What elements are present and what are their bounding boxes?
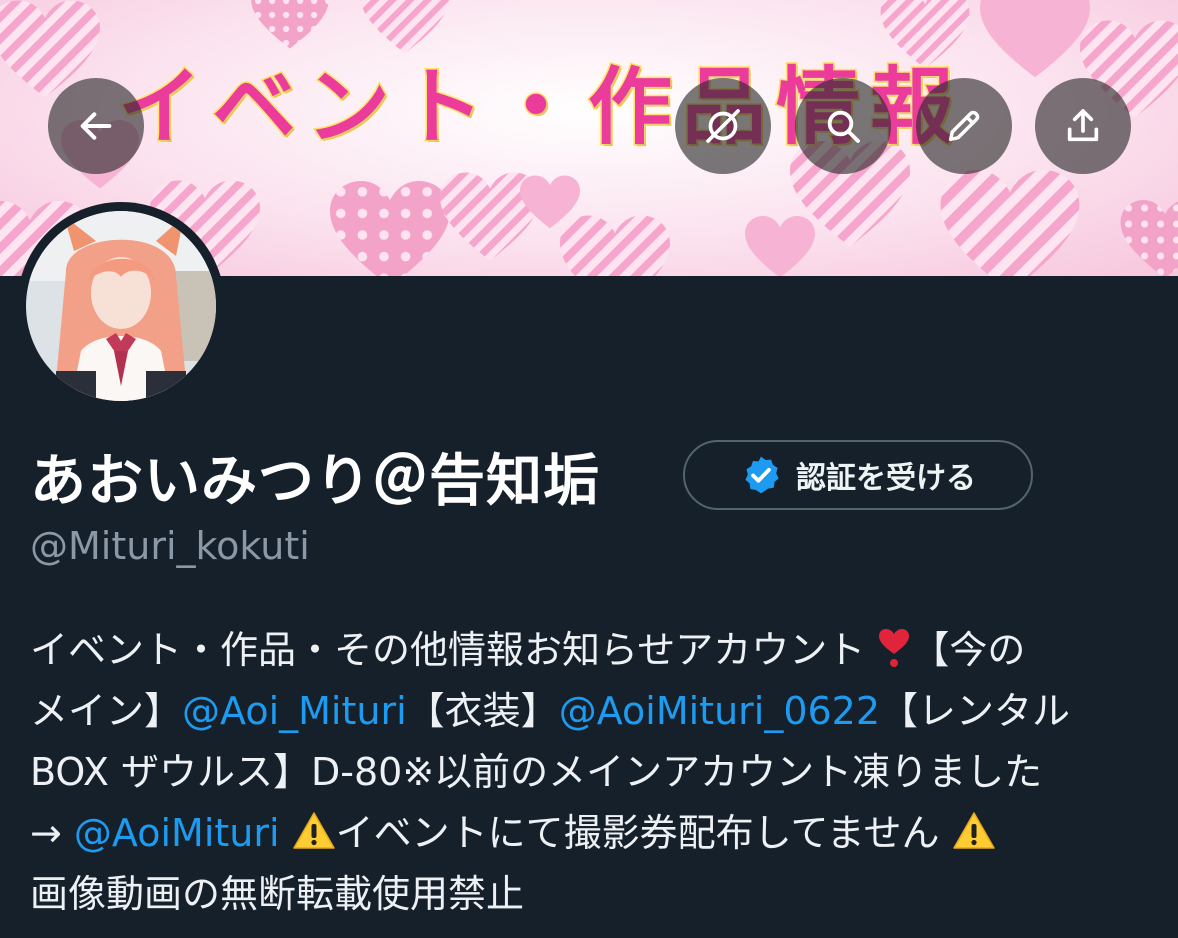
search-button[interactable]	[795, 78, 891, 174]
profile-bio: イベント・作品・その他情報お知らせアカウント 【今の メイン】@Aoi_Mitu…	[30, 620, 1150, 925]
bio-text: BOX ザウルス】D-80※以前のメインアカウント凍りました	[30, 750, 1043, 794]
back-button[interactable]	[48, 78, 144, 174]
bio-line-4: → @AoiMituri イベントにて撮影券配布してません	[30, 803, 1150, 864]
bio-text: イベントにて撮影券配布してません	[335, 811, 940, 855]
display-name: あおいみつり＠告知垢	[30, 449, 600, 514]
warning-icon	[292, 812, 335, 849]
bio-text: 【レンタル	[880, 689, 1071, 733]
get-verified-label: 認証を受ける	[796, 461, 976, 496]
search-icon	[827, 110, 860, 143]
warning-icon	[952, 812, 995, 849]
bio-line-5: 画像動画の無断転載使用禁止	[30, 864, 1150, 925]
bio-text: メイン】	[30, 689, 183, 733]
mention-link[interactable]: @Aoi_Mituri	[182, 689, 407, 733]
mention-link[interactable]: @AoiMituri	[74, 811, 280, 855]
bio-text: 【今の	[911, 628, 1026, 672]
mention-link[interactable]: @AoiMituri_0622	[559, 689, 880, 733]
hide-icon	[706, 109, 740, 143]
edit-button[interactable]	[916, 78, 1012, 174]
user-handle: @Mituri_kokuti	[30, 524, 310, 568]
avatar[interactable]	[17, 202, 225, 410]
share-icon	[1067, 109, 1099, 142]
arrow-left-icon	[80, 112, 112, 140]
bio-text: 画像動画の無断転載使用禁止	[30, 872, 525, 916]
bio-text: イベント・作品・その他情報お知らせアカウント	[30, 628, 866, 672]
get-verified-button[interactable]: 認証を受ける	[683, 440, 1033, 510]
bio-text: →	[30, 811, 74, 855]
bio-line-3: BOX ザウルス】D-80※以前のメインアカウント凍りました	[30, 742, 1150, 803]
heart-exclamation-icon	[879, 629, 910, 667]
bio-line-1: イベント・作品・その他情報お知らせアカウント 【今の	[30, 620, 1150, 681]
edit-icon	[948, 110, 980, 142]
bio-text: 【衣装】	[406, 689, 559, 733]
share-button[interactable]	[1035, 78, 1131, 174]
bio-line-2: メイン】@Aoi_Mituri【衣装】@AoiMituri_0622【レンタル	[30, 681, 1150, 742]
avatar-image	[26, 211, 216, 401]
hide-button[interactable]	[675, 78, 771, 174]
verified-badge-icon	[745, 456, 779, 494]
